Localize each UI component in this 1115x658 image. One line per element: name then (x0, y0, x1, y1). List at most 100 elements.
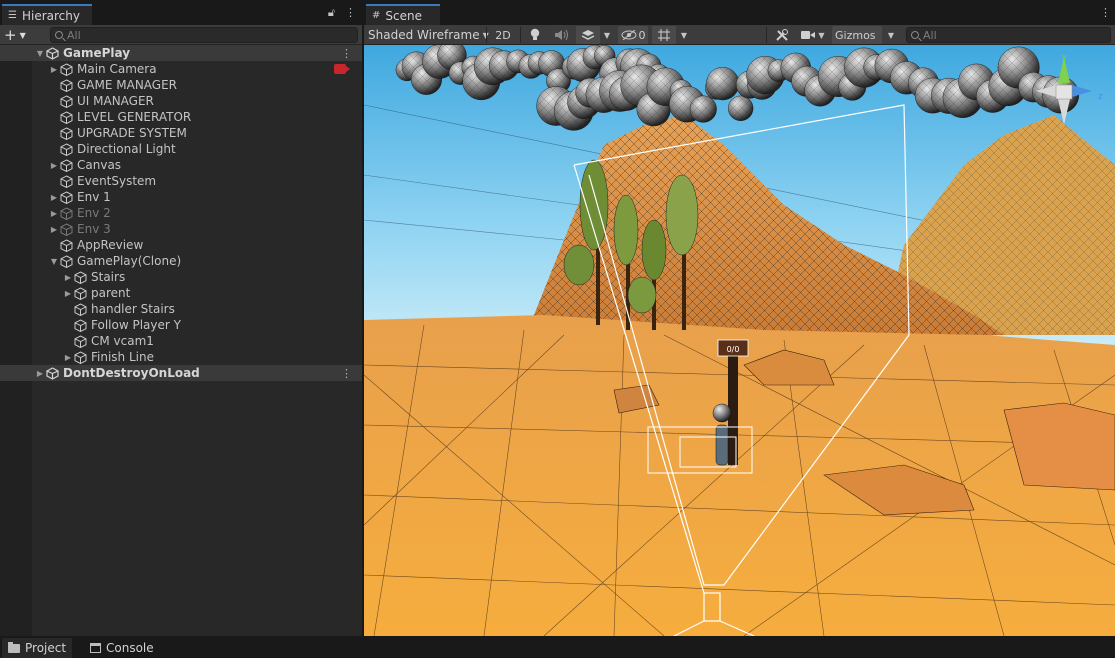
unity-scene-icon (46, 47, 60, 60)
tab-hierarchy[interactable]: ☰ Hierarchy (2, 4, 92, 25)
create-button[interactable]: + ▼ (4, 26, 34, 44)
hierarchy-row[interactable]: LEVEL GENERATOR (0, 109, 362, 125)
gameobject-cube-icon (60, 127, 74, 140)
expand-arrow-closed-icon[interactable]: ▶ (48, 209, 60, 218)
expand-arrow-closed-icon[interactable]: ▶ (48, 161, 60, 170)
toolbar-separator (766, 27, 767, 43)
expand-arrow-closed-icon[interactable]: ▶ (48, 65, 60, 74)
gizmo-axis-y: y (1061, 53, 1067, 63)
expand-arrow-closed-icon[interactable]: ▶ (62, 289, 74, 298)
hierarchy-row[interactable]: AppReview (0, 237, 362, 253)
hierarchy-row[interactable]: GAME MANAGER (0, 77, 362, 93)
hierarchy-row-label: AppReview (77, 238, 144, 252)
list-icon: ☰ (8, 10, 17, 21)
hierarchy-row[interactable]: Follow Player Y (0, 317, 362, 333)
gameobject-cube-icon (74, 271, 88, 284)
chevron-down-icon: ▼ (19, 30, 26, 40)
hierarchy-row-label: UPGRADE SYSTEM (77, 126, 187, 140)
scene-menu-icon[interactable]: ⋮ (341, 47, 352, 60)
hierarchy-row[interactable]: ▶ Env 1 (0, 189, 362, 205)
hierarchy-row-label: Directional Light (77, 142, 176, 156)
folder-icon (8, 641, 20, 653)
hierarchy-row-label: Finish Line (91, 350, 154, 364)
hierarchy-row[interactable]: Directional Light (0, 141, 362, 157)
hierarchy-row-label: Stairs (91, 270, 126, 284)
plus-icon: + (4, 26, 17, 44)
grid-icon (658, 29, 670, 41)
tab-hierarchy-label: Hierarchy (21, 8, 80, 23)
expand-arrow-closed-icon[interactable]: ▶ (48, 193, 60, 202)
gizmos-dropdown[interactable]: ▼ (882, 26, 900, 44)
hierarchy-row[interactable]: handler Stairs (0, 301, 362, 317)
wire-sphere-mesh (689, 95, 717, 123)
scene-render[interactable]: 0/0 y z (364, 45, 1115, 636)
lighting-toggle-button[interactable] (524, 26, 546, 44)
camera-icon (801, 31, 816, 39)
tab-project[interactable]: Project (2, 638, 73, 658)
tab-scene[interactable]: # Scene (366, 4, 440, 25)
gizmos-label: Gizmos (835, 28, 876, 42)
audio-toggle-button[interactable] (550, 26, 572, 44)
hierarchy-scene-row[interactable]: ▶ DontDestroyOnLoad ⋮ (0, 365, 362, 381)
hierarchy-row[interactable]: ▶ parent (0, 285, 362, 301)
scene-search-input[interactable]: All (906, 27, 1111, 43)
camera-settings-dropdown[interactable]: ▼ (796, 26, 830, 44)
gizmos-toggle-button[interactable]: Gizmos (832, 26, 882, 44)
hierarchy-row-label: GamePlay(Clone) (77, 254, 182, 268)
hidden-objects-toggle[interactable]: 0 (618, 26, 648, 44)
hierarchy-row[interactable]: UI MANAGER (0, 93, 362, 109)
gameobject-cube-icon (60, 239, 74, 252)
gameobject-cube-icon (60, 207, 74, 220)
scene-panel: # Scene ⋮ Shaded Wireframe ▼ 2D ▼ (364, 0, 1115, 636)
effects-dropdown[interactable]: ▼ (600, 26, 614, 44)
2d-toggle-button[interactable]: 2D (490, 26, 516, 44)
scene-menu-icon[interactable]: ⋮ (341, 367, 352, 380)
2d-label: 2D (495, 28, 511, 42)
cinemachine-camera-icon (334, 64, 350, 74)
hierarchy-row-label: Canvas (77, 158, 122, 172)
expand-arrow-closed-icon[interactable]: ▶ (62, 353, 74, 362)
tab-console[interactable]: Console (84, 638, 160, 658)
toolbar-separator (520, 27, 521, 43)
hierarchy-panel: ☰ Hierarchy 🔓︎ ⋮ + ▼ All ▼ GamePlay ⋮ ▶ Main… (0, 0, 362, 636)
hierarchy-row-label: CM vcam1 (91, 334, 154, 348)
hierarchy-row[interactable]: ▶ Main Camera (0, 61, 362, 77)
gameobject-cube-icon (60, 255, 74, 268)
expand-arrow-open-icon[interactable]: ▼ (48, 257, 60, 266)
console-icon (90, 643, 101, 653)
effects-toggle-button[interactable] (576, 26, 600, 44)
expand-arrow-closed-icon[interactable]: ▶ (62, 273, 74, 282)
expand-arrow-open-icon[interactable]: ▼ (34, 49, 46, 58)
expand-arrow-closed-icon[interactable]: ▶ (34, 369, 46, 378)
hierarchy-row[interactable]: ▼ GamePlay(Clone) (0, 253, 362, 269)
expand-arrow-closed-icon[interactable]: ▶ (48, 225, 60, 234)
hierarchy-row[interactable]: ▶ Env 2 (0, 205, 362, 221)
lock-icon[interactable]: 🔓︎ (328, 6, 335, 20)
chevron-down-icon: ▼ (680, 30, 688, 40)
hierarchy-row[interactable]: ▶ Stairs (0, 269, 362, 285)
hierarchy-row-label: Main Camera (77, 62, 157, 76)
kebab-menu-icon[interactable]: ⋮ (1100, 6, 1111, 19)
hierarchy-row[interactable]: EventSystem (0, 173, 362, 189)
bottom-tabbar: Project Console (0, 636, 1115, 658)
hierarchy-row[interactable]: ▶ Env 3 (0, 221, 362, 237)
hierarchy-row[interactable]: UPGRADE SYSTEM (0, 125, 362, 141)
hierarchy-search-input[interactable]: All (50, 27, 358, 43)
scene-viewport[interactable]: 0/0 y z (364, 45, 1115, 636)
hierarchy-row-label: UI MANAGER (77, 94, 154, 108)
grid-toggle-button[interactable] (652, 26, 676, 44)
wire-sphere-mesh (706, 67, 740, 101)
hierarchy-scene-row[interactable]: ▼ GamePlay ⋮ (0, 45, 362, 61)
hierarchy-row-label: EventSystem (77, 174, 157, 188)
hierarchy-row[interactable]: CM vcam1 (0, 333, 362, 349)
shading-mode-dropdown[interactable]: Shaded Wireframe ▼ (368, 25, 489, 45)
tools-button[interactable] (772, 26, 792, 44)
hierarchy-row[interactable]: ▶ Canvas (0, 157, 362, 173)
tab-project-label: Project (25, 641, 67, 655)
grid-dropdown[interactable]: ▼ (676, 26, 692, 44)
toolbar-separator (486, 27, 487, 43)
hierarchy-toolbar: + ▼ All (0, 25, 362, 45)
kebab-menu-icon[interactable]: ⋮ (345, 6, 356, 20)
hierarchy-row-label: Follow Player Y (91, 318, 181, 332)
hierarchy-row[interactable]: ▶ Finish Line (0, 349, 362, 365)
